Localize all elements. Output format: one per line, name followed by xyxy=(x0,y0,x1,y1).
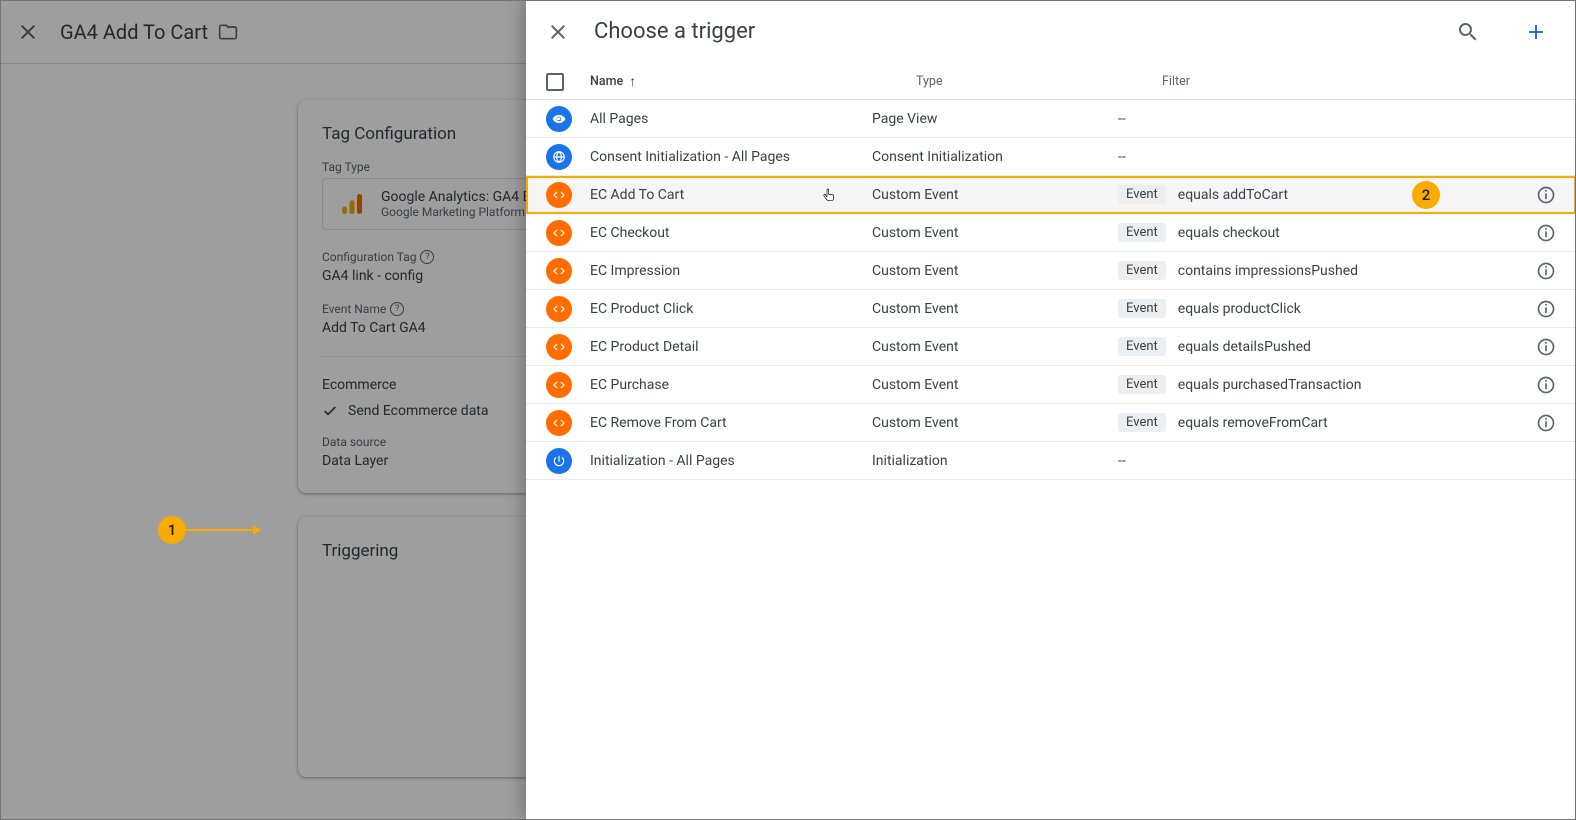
filter-text: -- xyxy=(1118,149,1126,165)
trigger-name: EC Product Click xyxy=(590,301,693,317)
code-icon xyxy=(546,334,572,360)
code-icon xyxy=(546,182,572,208)
filter-text: equals removeFromCart xyxy=(1178,415,1328,431)
code-icon xyxy=(546,410,572,436)
annotation-badge-2: 2 xyxy=(1412,181,1440,209)
code-icon xyxy=(546,220,572,246)
trigger-filter: Event contains impressionsPushed xyxy=(1118,261,1516,280)
info-icon[interactable] xyxy=(1516,375,1556,395)
info-icon[interactable] xyxy=(1516,337,1556,357)
trigger-type: Custom Event xyxy=(872,415,1118,431)
filter-chip: Event xyxy=(1118,299,1166,318)
filter-chip: Event xyxy=(1118,261,1166,280)
trigger-name: EC Add To Cart xyxy=(590,187,684,203)
trigger-type: Page View xyxy=(872,111,1118,127)
trigger-row[interactable]: EC Checkout Custom Event Event equals che… xyxy=(526,214,1576,252)
panel-header: Choose a trigger xyxy=(526,0,1576,64)
trigger-filter: Event equals checkout xyxy=(1118,223,1516,242)
trigger-name: Consent Initialization - All Pages xyxy=(590,149,790,165)
trigger-name: EC Product Detail xyxy=(590,339,699,355)
trigger-filter: Event equals purchasedTransaction xyxy=(1118,375,1516,394)
sort-asc-icon: ↑ xyxy=(629,73,636,90)
search-icon[interactable] xyxy=(1456,20,1480,44)
annotation-arrow-1 xyxy=(186,529,260,531)
trigger-name: Initialization - All Pages xyxy=(590,453,735,469)
trigger-row[interactable]: Consent Initialization - All Pages Conse… xyxy=(526,138,1576,176)
info-icon[interactable] xyxy=(1516,413,1556,433)
trigger-rows: All Pages Page View -- Consent Initializ… xyxy=(526,100,1576,820)
column-type[interactable]: Type xyxy=(916,74,1162,89)
trigger-type: Custom Event xyxy=(872,339,1118,355)
code-icon xyxy=(546,258,572,284)
filter-chip: Event xyxy=(1118,185,1166,204)
trigger-filter: Event equals removeFromCart xyxy=(1118,413,1516,432)
power-icon xyxy=(546,448,572,474)
filter-text: equals addToCart xyxy=(1178,187,1288,203)
trigger-name: EC Checkout xyxy=(590,225,670,241)
trigger-row[interactable]: EC Impression Custom Event Event contains… xyxy=(526,252,1576,290)
trigger-row[interactable]: All Pages Page View -- xyxy=(526,100,1576,138)
trigger-row[interactable]: EC Purchase Custom Event Event equals pur… xyxy=(526,366,1576,404)
trigger-row[interactable]: EC Product Click Custom Event Event equal… xyxy=(526,290,1576,328)
trigger-name: EC Purchase xyxy=(590,377,669,393)
filter-text: equals checkout xyxy=(1178,225,1280,241)
code-icon xyxy=(546,296,572,322)
trigger-type: Custom Event xyxy=(872,187,1118,203)
choose-trigger-panel: Choose a trigger Name↑ Type Filter All P… xyxy=(526,0,1576,820)
close-icon[interactable] xyxy=(546,20,570,44)
filter-chip: Event xyxy=(1118,337,1166,356)
filter-chip: Event xyxy=(1118,375,1166,394)
filter-text: equals purchasedTransaction xyxy=(1178,377,1362,393)
column-filter[interactable]: Filter xyxy=(1162,74,1556,89)
trigger-name: EC Impression xyxy=(590,263,680,279)
code-icon xyxy=(546,372,572,398)
eye-icon xyxy=(546,106,572,132)
filter-text: -- xyxy=(1118,453,1126,469)
trigger-type: Initialization xyxy=(872,453,1118,469)
filter-text: contains impressionsPushed xyxy=(1178,263,1358,279)
column-name[interactable]: Name↑ xyxy=(590,73,916,90)
filter-text: equals productClick xyxy=(1178,301,1301,317)
trigger-type: Custom Event xyxy=(872,263,1118,279)
trigger-filter: Event equals addToCart xyxy=(1118,185,1516,204)
trigger-row[interactable]: EC Remove From Cart Custom Event Eventeq… xyxy=(526,404,1576,442)
info-icon[interactable] xyxy=(1516,261,1556,281)
trigger-row[interactable]: EC Product Detail Custom Event Event equa… xyxy=(526,328,1576,366)
trigger-name: EC Remove From Cart xyxy=(590,415,727,431)
filter-chip: Event xyxy=(1118,223,1166,242)
trigger-filter: -- xyxy=(1118,149,1516,165)
panel-title: Choose a trigger xyxy=(594,19,1432,44)
trigger-type: Custom Event xyxy=(872,225,1118,241)
globe-icon xyxy=(546,144,572,170)
trigger-type: Consent Initialization xyxy=(872,149,1118,165)
info-icon[interactable] xyxy=(1516,299,1556,319)
select-all-checkbox[interactable] xyxy=(546,73,564,91)
trigger-type: Custom Event xyxy=(872,377,1118,393)
trigger-name: All Pages xyxy=(590,111,648,127)
add-icon[interactable] xyxy=(1524,20,1548,44)
trigger-filter: -- xyxy=(1118,111,1516,127)
trigger-filter: Event equals detailsPushed xyxy=(1118,337,1516,356)
trigger-filter: Event equals productClick xyxy=(1118,299,1516,318)
info-icon[interactable] xyxy=(1516,185,1556,205)
filter-text: -- xyxy=(1118,111,1126,127)
trigger-filter: -- xyxy=(1118,453,1516,469)
filter-text: equals detailsPushed xyxy=(1178,339,1311,355)
trigger-type: Custom Event xyxy=(872,301,1118,317)
table-header: Name↑ Type Filter xyxy=(526,64,1576,100)
trigger-row[interactable]: Initialization - All Pages Initializatio… xyxy=(526,442,1576,480)
info-icon[interactable] xyxy=(1516,223,1556,243)
filter-chip: Event xyxy=(1118,413,1166,432)
annotation-badge-1: 1 xyxy=(158,516,186,544)
